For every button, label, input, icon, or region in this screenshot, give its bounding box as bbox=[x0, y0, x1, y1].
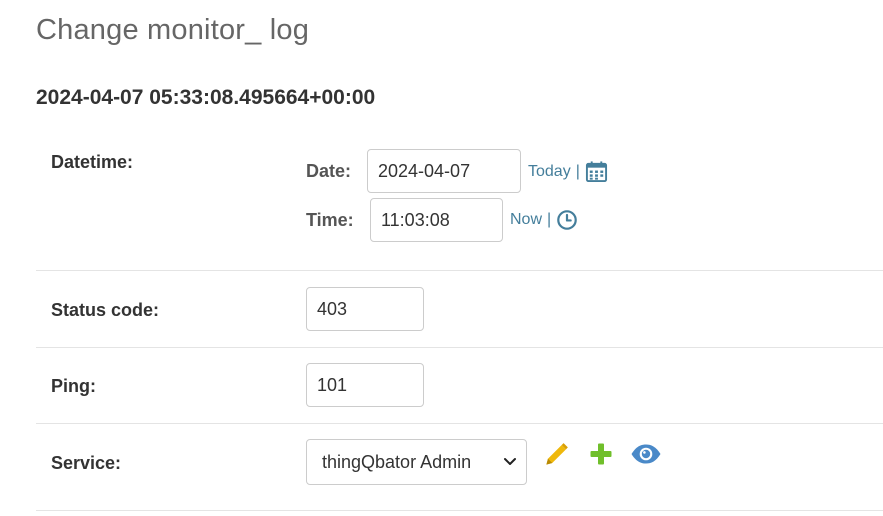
ping-label: Ping: bbox=[51, 376, 96, 396]
pencil-icon[interactable] bbox=[543, 441, 570, 468]
service-select[interactable]: thingQbator Admin bbox=[306, 439, 527, 485]
date-label: Date: bbox=[306, 161, 352, 181]
today-link[interactable]: Today bbox=[528, 163, 571, 181]
plus-icon[interactable] bbox=[589, 442, 613, 466]
page-title: Change monitor_ log bbox=[36, 14, 310, 46]
form-row-service: Service: thingQbator Admin bbox=[36, 424, 883, 511]
date-shortcut-separator: | bbox=[575, 162, 580, 180]
time-shortcut-separator: | bbox=[547, 211, 552, 228]
ping-input[interactable] bbox=[306, 363, 424, 407]
now-link[interactable]: Now bbox=[510, 211, 542, 229]
date-input[interactable] bbox=[367, 149, 521, 193]
time-shortcuts: Now | bbox=[510, 209, 578, 231]
time-input[interactable] bbox=[370, 198, 503, 242]
status-code-input[interactable] bbox=[306, 287, 424, 331]
form-row-ping: Ping: bbox=[36, 348, 883, 424]
service-select-value: thingQbator Admin bbox=[322, 451, 472, 472]
status-code-label: Status code: bbox=[51, 300, 160, 320]
eye-icon[interactable] bbox=[630, 443, 662, 465]
object-title: 2024-04-07 05:33:08.495664+00:00 bbox=[36, 86, 376, 109]
datetime-label: Datetime: bbox=[51, 152, 134, 172]
form-row-status-code: Status code: bbox=[36, 271, 883, 348]
calendar-icon[interactable] bbox=[585, 160, 608, 183]
change-form-page: Change monitor_ log 2024-04-07 05:33:08.… bbox=[0, 0, 883, 516]
chevron-down-icon bbox=[503, 457, 517, 467]
form-row-datetime: Datetime: Date: Today | Ti bbox=[36, 136, 883, 271]
clock-icon[interactable] bbox=[556, 209, 578, 231]
time-label: Time: bbox=[306, 210, 354, 230]
date-shortcuts: Today | bbox=[528, 160, 608, 183]
service-label: Service: bbox=[51, 453, 122, 473]
